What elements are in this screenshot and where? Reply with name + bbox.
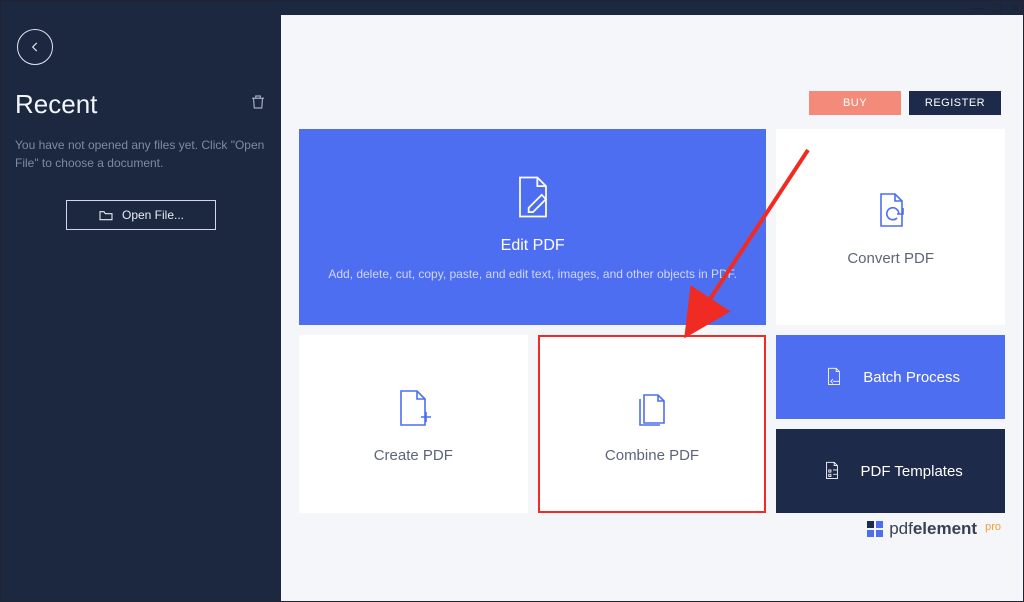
sidebar: Recent You have not opened any files yet… — [1, 15, 281, 601]
card-pdf-templates[interactable]: PDF Templates — [776, 429, 1005, 513]
chevron-left-icon — [28, 40, 42, 54]
pdf-templates-icon — [819, 458, 845, 484]
brand-name-bold: element — [913, 519, 977, 538]
main-area: BUY REGISTER Edit PDF Add, delete, cut, … — [281, 15, 1023, 601]
card-edit-pdf[interactable]: Edit PDF Add, delete, cut, copy, paste, … — [299, 129, 766, 325]
cards-grid: Edit PDF Add, delete, cut, copy, paste, … — [299, 129, 1005, 513]
create-pdf-icon — [389, 385, 437, 433]
edit-pdf-icon — [507, 171, 559, 223]
brand-mark-icon — [867, 521, 883, 537]
batch-process-icon — [821, 364, 847, 390]
card-convert-title: Convert PDF — [847, 250, 934, 267]
card-create-pdf[interactable]: Create PDF — [299, 335, 528, 513]
combine-pdf-icon — [628, 385, 676, 433]
card-templates-title: PDF Templates — [861, 463, 963, 480]
card-create-title: Create PDF — [374, 447, 453, 464]
back-button[interactable] — [17, 29, 53, 65]
buy-button[interactable]: BUY — [809, 91, 901, 115]
register-button[interactable]: REGISTER — [909, 91, 1001, 115]
brand-tier: pro — [985, 521, 1001, 533]
window-minimize-button[interactable]: — — [971, 3, 984, 13]
brand-name-light: pdf — [889, 519, 913, 538]
brand-logo: pdfelement pro — [867, 519, 1001, 539]
open-file-label: Open File... — [122, 208, 184, 222]
card-combine-title: Combine PDF — [605, 447, 699, 464]
recent-title: Recent — [15, 89, 97, 120]
card-edit-subtitle: Add, delete, cut, copy, paste, and edit … — [328, 265, 737, 283]
side-cards: Batch Process PDF Templates — [776, 335, 1005, 513]
folder-icon — [98, 208, 114, 222]
open-file-button[interactable]: Open File... — [66, 200, 216, 230]
trash-icon[interactable] — [249, 93, 267, 116]
card-combine-pdf[interactable]: Combine PDF — [538, 335, 767, 513]
card-convert-pdf[interactable]: Convert PDF — [776, 129, 1005, 325]
window-close-button[interactable]: × — [1011, 3, 1019, 13]
convert-pdf-icon — [867, 188, 915, 236]
card-batch-title: Batch Process — [863, 369, 960, 386]
card-edit-title: Edit PDF — [501, 237, 565, 255]
recent-empty-hint: You have not opened any files yet. Click… — [13, 136, 269, 172]
window-maximize-button[interactable]: □ — [994, 3, 1002, 13]
window-title-bar: — □ × — [1, 1, 1023, 15]
card-batch-process[interactable]: Batch Process — [776, 335, 1005, 419]
